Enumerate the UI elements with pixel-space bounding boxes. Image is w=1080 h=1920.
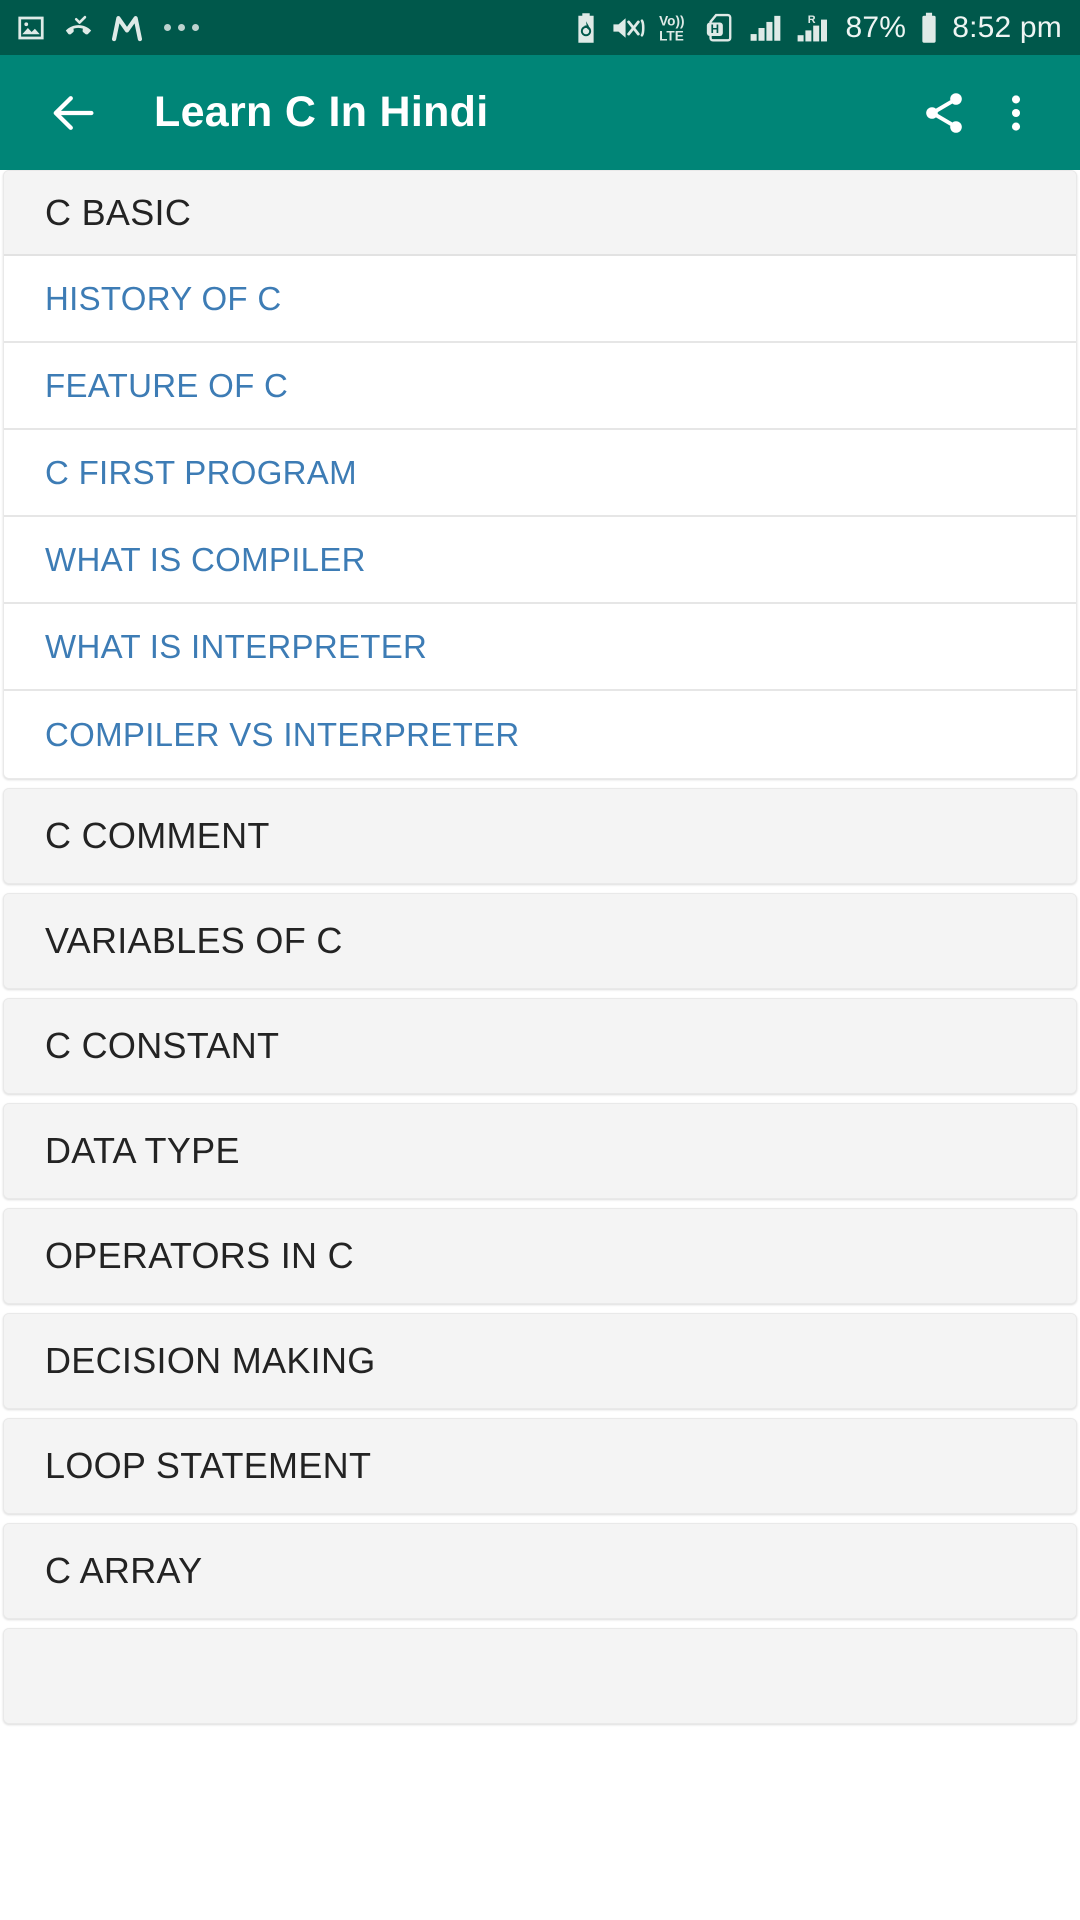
mute-vibrate-icon (612, 17, 645, 38)
group-header-operators-in-c[interactable]: OPERATORS IN C (4, 1209, 1076, 1303)
m-app-icon (111, 15, 143, 41)
battery-saver-icon (577, 12, 594, 43)
topic-group-card: C BASIC HISTORY OF C FEATURE OF C C FIRST P… (3, 170, 1077, 779)
topic-group-card: C COMMENT (3, 788, 1077, 884)
group-header-label: DECISION MAKING (45, 1340, 376, 1381)
missed-call-icon (65, 15, 92, 35)
arrow-back-icon (53, 95, 94, 130)
app-screen: Vo)) LTE H R 87% 8:52 pm Learn C In Hind… (0, 0, 1080, 1920)
image-screenshot-icon (18, 16, 44, 39)
topic-item-label: FEATURE OF C (45, 366, 289, 404)
topic-group-card: VARIABLES OF C (3, 893, 1077, 989)
battery-percent-label: 87% (845, 10, 907, 44)
group-header-empty[interactable] (4, 1629, 1076, 1723)
svg-text:LTE: LTE (659, 28, 684, 43)
more-dots-icon (164, 24, 199, 31)
signal-roaming-icon: R (797, 14, 827, 41)
topic-group-card: DATA TYPE (3, 1103, 1077, 1199)
page-title: Learn C In Hindi (154, 88, 489, 136)
overflow-menu-button[interactable] (980, 77, 1052, 149)
svg-text:Vo)): Vo)) (659, 13, 684, 28)
topic-group-card (3, 1628, 1077, 1724)
topic-item-feature-of-c[interactable]: FEATURE OF C (4, 343, 1076, 430)
topic-item-label: C FIRST PROGRAM (45, 453, 357, 491)
back-button[interactable] (38, 77, 110, 149)
clock-label: 8:52 pm (952, 10, 1062, 44)
topic-item-label: HISTORY OF C (45, 279, 282, 317)
volte-icon: Vo)) LTE (659, 13, 684, 43)
topic-group-card: DECISION MAKING (3, 1313, 1077, 1409)
group-header-label: C CONSTANT (45, 1025, 280, 1066)
sim-h-icon: H (706, 13, 731, 41)
svg-text:R: R (807, 14, 815, 26)
topic-group-card: C ARRAY (3, 1523, 1077, 1619)
status-bar-system: Vo)) LTE H R 87% 8:52 pm (574, 11, 1062, 45)
app-bar: Learn C In Hindi (0, 55, 1080, 170)
share-icon (926, 92, 962, 133)
topic-group-card: C CONSTANT (3, 998, 1077, 1094)
group-header-label: OPERATORS IN C (45, 1235, 354, 1276)
group-header-label: LOOP STATEMENT (45, 1445, 372, 1486)
topic-item-history-of-c[interactable]: HISTORY OF C (4, 256, 1076, 343)
group-header-label: VARIABLES OF C (45, 920, 343, 961)
topic-item-label: WHAT IS COMPILER (45, 540, 366, 578)
status-bar: Vo)) LTE H R 87% 8:52 pm (0, 0, 1080, 55)
topic-item-what-is-interpreter[interactable]: WHAT IS INTERPRETER (4, 604, 1076, 691)
group-header-c-array[interactable]: C ARRAY (4, 1524, 1076, 1618)
topic-item-what-is-compiler[interactable]: WHAT IS COMPILER (4, 517, 1076, 604)
topic-item-label: COMPILER VS INTERPRETER (45, 715, 520, 753)
expandable-topic-list[interactable]: C BASIC HISTORY OF C FEATURE OF C C FIRST P… (0, 170, 1080, 1920)
topic-group-card: OPERATORS IN C (3, 1208, 1077, 1304)
group-header-label: C COMMENT (45, 815, 270, 856)
group-header-c-comment[interactable]: C COMMENT (4, 789, 1076, 883)
topic-item-compiler-vs-interpreter[interactable]: COMPILER VS INTERPRETER (4, 691, 1076, 778)
group-header-loop-statement[interactable]: LOOP STATEMENT (4, 1419, 1076, 1513)
group-header-label: DATA TYPE (45, 1130, 240, 1171)
more-vertical-icon (1011, 94, 1021, 131)
group-header-c-constant[interactable]: C CONSTANT (4, 999, 1076, 1093)
group-header-c-basic[interactable]: C BASIC (4, 171, 1076, 256)
share-button[interactable] (908, 77, 980, 149)
status-bar-notifications (16, 12, 199, 43)
topic-item-c-first-program[interactable]: C FIRST PROGRAM (4, 430, 1076, 517)
group-header-decision-making[interactable]: DECISION MAKING (4, 1314, 1076, 1408)
group-header-data-type[interactable]: DATA TYPE (4, 1104, 1076, 1198)
topic-group-card: LOOP STATEMENT (3, 1418, 1077, 1514)
topic-item-label: WHAT IS INTERPRETER (45, 627, 428, 665)
group-header-variables-of-c[interactable]: VARIABLES OF C (4, 894, 1076, 988)
svg-text:H: H (710, 22, 718, 35)
signal-bars-icon (750, 15, 780, 41)
battery-icon (922, 12, 936, 43)
group-header-label: C ARRAY (45, 1550, 203, 1591)
group-header-label: C BASIC (45, 191, 192, 233)
